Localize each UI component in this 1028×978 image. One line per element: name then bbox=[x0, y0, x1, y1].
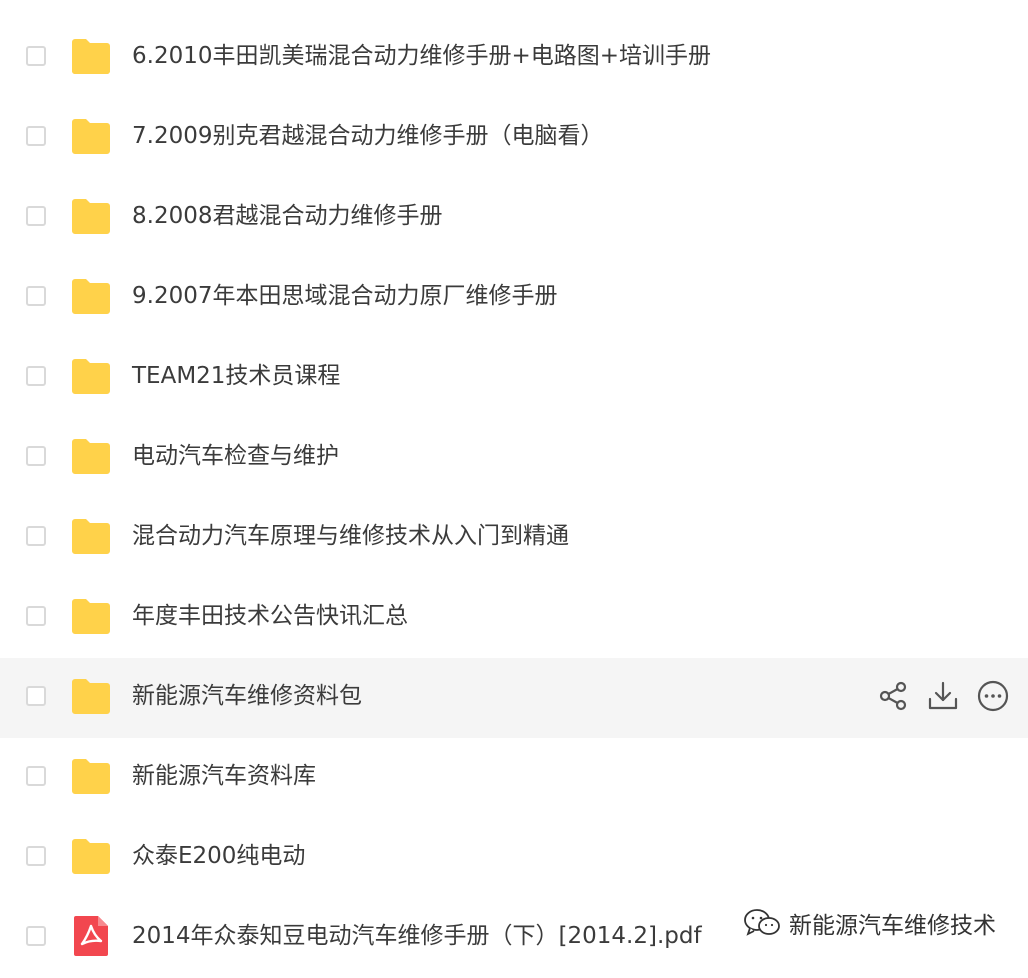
file-name[interactable]: 众泰E200纯电动 bbox=[132, 838, 305, 874]
more-icon[interactable] bbox=[976, 679, 1010, 713]
row-checkbox[interactable] bbox=[26, 206, 46, 226]
row-checkbox[interactable] bbox=[26, 126, 46, 146]
file-name[interactable]: 8.2008君越混合动力维修手册 bbox=[132, 198, 442, 234]
folder-icon bbox=[72, 359, 110, 394]
folder-icon bbox=[72, 439, 110, 474]
file-name[interactable]: 混合动力汽车原理与维修技术从入门到精通 bbox=[132, 518, 569, 554]
row-checkbox[interactable] bbox=[26, 446, 46, 466]
folder-icon bbox=[72, 519, 110, 554]
row-checkbox[interactable] bbox=[26, 926, 46, 946]
row-checkbox[interactable] bbox=[26, 766, 46, 786]
row-checkbox[interactable] bbox=[26, 606, 46, 626]
list-item[interactable]: 8.2008君越混合动力维修手册 bbox=[0, 178, 1028, 258]
file-name[interactable]: 年度丰田技术公告快讯汇总 bbox=[132, 598, 408, 634]
file-name[interactable]: 新能源汽车维修资料包 bbox=[132, 678, 362, 714]
list-item[interactable]: 6.2010丰田凯美瑞混合动力维修手册+电路图+培训手册 bbox=[0, 18, 1028, 98]
row-checkbox[interactable] bbox=[26, 286, 46, 306]
row-checkbox[interactable] bbox=[26, 846, 46, 866]
file-name[interactable]: 9.2007年本田思域混合动力原厂维修手册 bbox=[132, 278, 557, 314]
list-item[interactable]: 年度丰田技术公告快讯汇总 bbox=[0, 578, 1028, 658]
list-item[interactable]: TEAM21技术员课程 bbox=[0, 338, 1028, 418]
folder-icon bbox=[72, 279, 110, 314]
share-icon[interactable] bbox=[876, 679, 910, 713]
folder-icon bbox=[72, 199, 110, 234]
list-item[interactable]: 9.2007年本田思域混合动力原厂维修手册 bbox=[0, 258, 1028, 338]
pdf-icon bbox=[74, 916, 108, 956]
row-checkbox[interactable] bbox=[26, 526, 46, 546]
file-name[interactable]: TEAM21技术员课程 bbox=[132, 358, 340, 394]
watermark: 新能源汽车维修技术 bbox=[743, 906, 996, 940]
wechat-icon bbox=[744, 909, 780, 936]
row-checkbox[interactable] bbox=[26, 366, 46, 386]
file-name[interactable]: 6.2010丰田凯美瑞混合动力维修手册+电路图+培训手册 bbox=[132, 38, 711, 74]
file-name[interactable]: 电动汽车检查与维护 bbox=[132, 438, 339, 474]
list-item[interactable]: 电动汽车检查与维护 bbox=[0, 418, 1028, 498]
folder-icon bbox=[72, 119, 110, 154]
file-list: 6.2010丰田凯美瑞混合动力维修手册+电路图+培训手册 7.2009别克君越混… bbox=[0, 18, 1028, 978]
folder-icon bbox=[72, 759, 110, 794]
file-name[interactable]: 2014年众泰知豆电动汽车维修手册（下）[2014.2].pdf bbox=[132, 918, 702, 954]
file-name[interactable]: 7.2009别克君越混合动力维修手册（电脑看） bbox=[132, 118, 603, 154]
folder-icon bbox=[72, 679, 110, 714]
watermark-text: 新能源汽车维修技术 bbox=[789, 913, 996, 939]
row-actions bbox=[876, 679, 1010, 713]
list-item-hovered[interactable]: 新能源汽车维修资料包 bbox=[0, 658, 1028, 738]
file-name[interactable]: 新能源汽车资料库 bbox=[132, 758, 316, 794]
row-checkbox[interactable] bbox=[26, 686, 46, 706]
folder-icon bbox=[72, 39, 110, 74]
folder-icon bbox=[72, 599, 110, 634]
list-item[interactable]: 混合动力汽车原理与维修技术从入门到精通 bbox=[0, 498, 1028, 578]
list-item[interactable]: 7.2009别克君越混合动力维修手册（电脑看） bbox=[0, 98, 1028, 178]
download-icon[interactable] bbox=[926, 679, 960, 713]
folder-icon bbox=[72, 839, 110, 874]
row-checkbox[interactable] bbox=[26, 46, 46, 66]
list-item[interactable]: 众泰E200纯电动 bbox=[0, 818, 1028, 898]
list-item[interactable]: 新能源汽车资料库 bbox=[0, 738, 1028, 818]
